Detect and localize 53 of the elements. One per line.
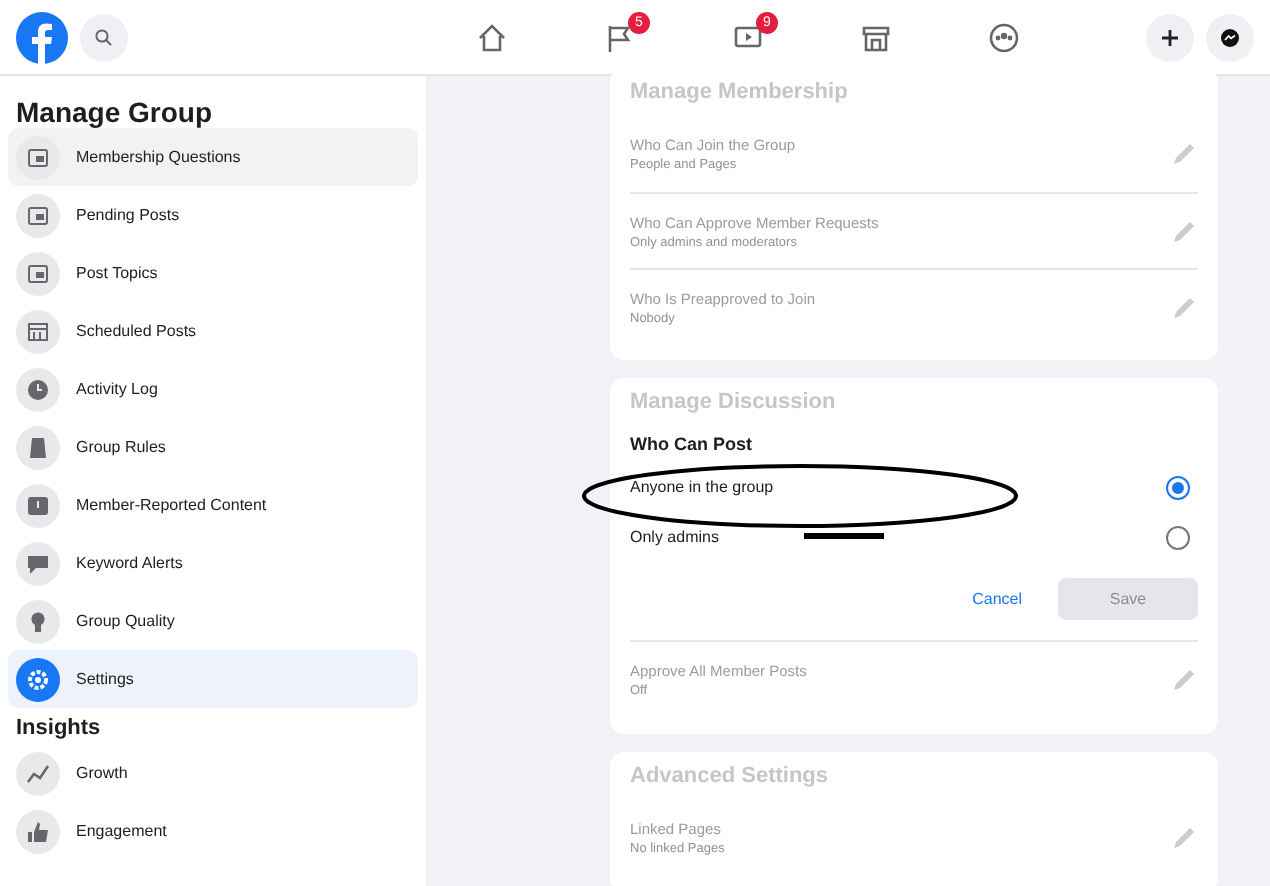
search-icon	[94, 27, 114, 47]
create-button[interactable]	[1146, 13, 1194, 61]
chart-icon	[16, 751, 60, 795]
sidebar-item-label: Post Topics	[76, 264, 158, 282]
flag-icon	[604, 21, 636, 53]
sidebar-item[interactable]: Group Quality	[8, 592, 418, 650]
plus-icon	[1160, 27, 1180, 47]
search-button[interactable]	[80, 13, 128, 61]
sidebar-item[interactable]: Group Rules	[8, 418, 418, 476]
sidebar-item[interactable]: Membership Questions	[8, 128, 418, 186]
store-icon	[860, 21, 892, 53]
sidebar-item[interactable]: Member-Reported Content	[8, 476, 418, 534]
card-title: Advanced Settings	[630, 764, 831, 788]
sidebar-item-label: Member-Reported Content	[76, 496, 267, 514]
home-icon	[476, 21, 508, 53]
alert-icon	[16, 483, 60, 527]
card-title: Manage Discussion	[630, 390, 838, 414]
option-label: Anyone in the group	[630, 478, 774, 496]
sidebar-item-label: Growth	[76, 764, 128, 782]
calendar-icon	[16, 309, 60, 353]
sidebar-item[interactable]: Activity Log	[8, 360, 418, 418]
sidebar-item-label: Activity Log	[76, 380, 158, 398]
document-icon	[16, 193, 60, 237]
sidebar-item-label: Engagement	[76, 822, 167, 840]
section-title: Manage Group	[14, 94, 215, 128]
sidebar-item-label: Group Quality	[76, 612, 175, 630]
sidebar-item-label: Membership Questions	[76, 148, 241, 166]
option-heading: Who Can Post	[630, 434, 754, 454]
sidebar-item[interactable]: Growth	[8, 744, 418, 802]
sidebar-item-label: Settings	[76, 670, 134, 688]
logo-icon[interactable]	[16, 11, 68, 63]
video-icon	[732, 21, 764, 53]
chat-bubble-icon	[1220, 27, 1240, 47]
sidebar-item[interactable]: Scheduled Posts	[8, 302, 418, 360]
sidebar-item-label: Scheduled Posts	[76, 322, 197, 340]
messenger-button[interactable]	[1206, 13, 1254, 61]
pin-icon	[16, 599, 60, 643]
card-title: Manage Membership	[630, 80, 850, 104]
sidebar-item-label: Pending Posts	[76, 206, 180, 224]
section-title: Insights	[14, 714, 103, 744]
sidebar-item-label: Keyword Alerts	[76, 554, 183, 572]
thumbs-up-icon	[16, 809, 60, 853]
groups-icon	[988, 21, 1020, 53]
sidebar-item-label: Group Rules	[76, 438, 166, 456]
option-label: Only admins	[630, 528, 719, 546]
sidebar-item[interactable]: Post Topics	[8, 244, 418, 302]
sidebar-item[interactable]: Keyword Alerts	[8, 534, 418, 592]
settings-icon	[16, 657, 60, 701]
sidebar-item[interactable]: Engagement	[8, 802, 418, 860]
clock-icon	[16, 367, 60, 411]
sidebar-item[interactable]: Pending Posts	[8, 186, 418, 244]
speech-bubble-icon	[16, 541, 60, 585]
sidebar-item[interactable]: Settings	[8, 650, 418, 708]
